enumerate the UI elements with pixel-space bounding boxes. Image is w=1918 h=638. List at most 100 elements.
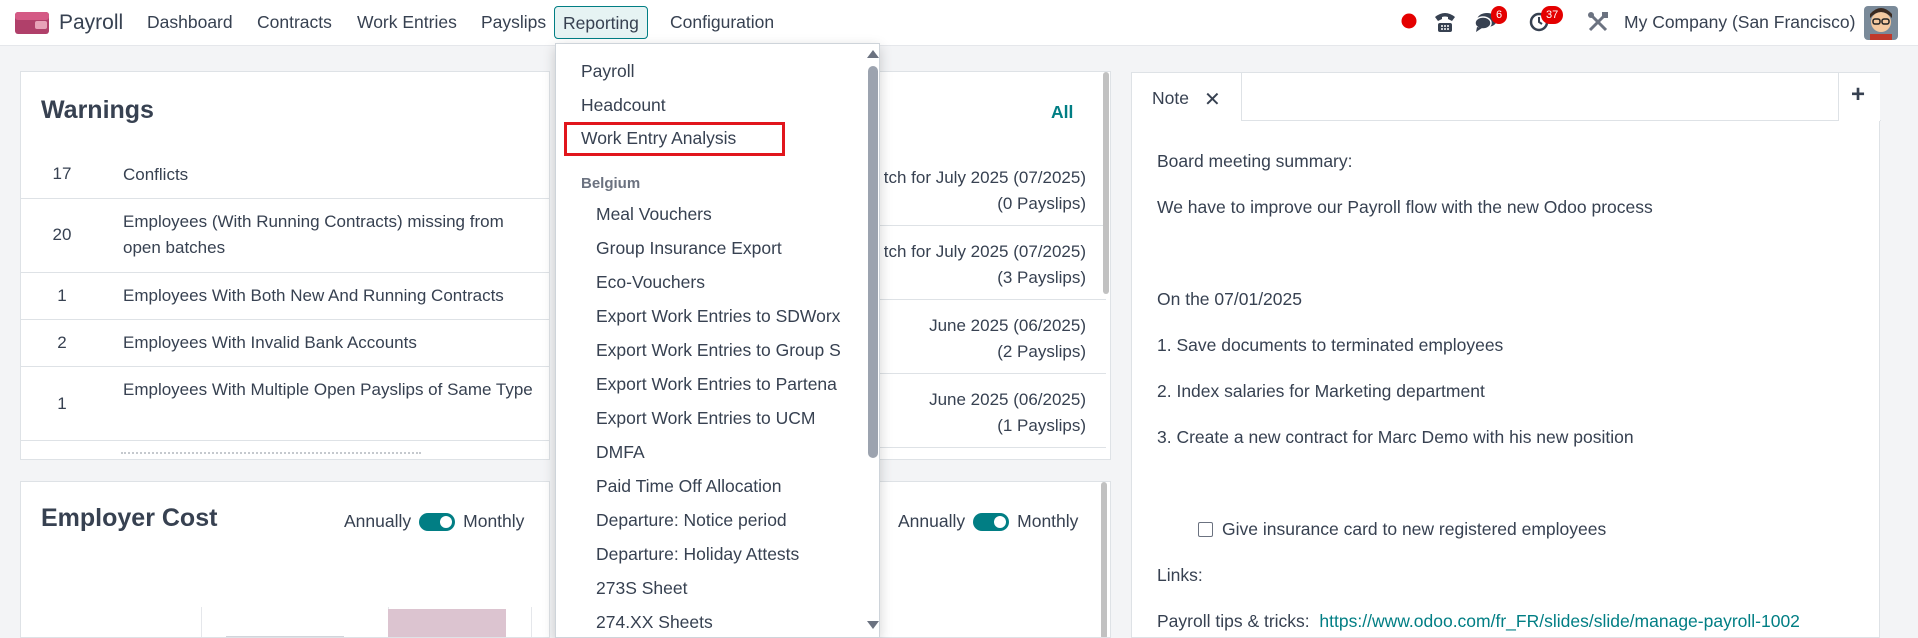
note-line[interactable]: Links: <box>1157 565 1203 586</box>
dropdown-item-eco-vouchers[interactable]: Eco-Vouchers <box>596 272 705 293</box>
batches-card: All tch for July 2025 (07/2025) (0 Paysl… <box>875 71 1111 460</box>
note-panel: Note ✕ + Board meeting summary: We have … <box>1131 72 1881 638</box>
chart-area <box>21 607 549 608</box>
tools-icon[interactable] <box>1587 11 1609 38</box>
menu-contracts[interactable]: Contracts <box>257 12 332 33</box>
phone-icon[interactable] <box>1433 11 1457 38</box>
menu-configuration[interactable]: Configuration <box>670 12 774 33</box>
dropdown-section-belgium: Belgium <box>581 175 641 192</box>
warning-row[interactable]: 2 Employees With Invalid Bank Accounts <box>21 320 549 367</box>
avatar[interactable] <box>1864 6 1898 40</box>
dropdown-item-notice-period[interactable]: Departure: Notice period <box>596 510 787 531</box>
dropdown-item-work-entry-analysis[interactable]: Work Entry Analysis <box>581 128 736 149</box>
batch-name: June 2025 (06/2025) <box>929 390 1086 409</box>
truncated-row-hint <box>121 452 421 456</box>
dropdown-scrollbar[interactable] <box>864 44 879 637</box>
note-tab-label: Note <box>1152 88 1189 108</box>
batch-row[interactable]: tch for July 2025 (07/2025) (3 Payslips) <box>876 226 1106 300</box>
chart-gridline <box>531 607 532 637</box>
dropdown-item-payroll[interactable]: Payroll <box>581 61 635 82</box>
dropdown-item-export-sdworx[interactable]: Export Work Entries to SDWorx <box>596 306 840 327</box>
dropdown-item-export-partena[interactable]: Export Work Entries to Partena <box>596 374 837 395</box>
add-tab-button[interactable]: + <box>1838 73 1880 121</box>
tips-link[interactable]: https://www.odoo.com/fr_FR/slides/slide/… <box>1319 611 1800 631</box>
menu-reporting[interactable]: Reporting <box>554 6 648 39</box>
batches-all-link[interactable]: All <box>1051 102 1073 123</box>
chart-gridline <box>201 607 202 637</box>
dropdown-item-export-group-s[interactable]: Export Work Entries to Group S <box>596 340 841 361</box>
scrollbar-thumb[interactable] <box>868 66 878 458</box>
menu-dashboard[interactable]: Dashboard <box>147 12 233 33</box>
dropdown-item-headcount[interactable]: Headcount <box>581 95 666 116</box>
menu-payslips[interactable]: Payslips <box>481 12 546 33</box>
chart-bar[interactable] <box>388 609 506 637</box>
chevron-down-icon[interactable] <box>867 621 879 629</box>
note-line[interactable]: On the 07/01/2025 <box>1157 289 1302 310</box>
warnings-card: Warnings 17 Conflicts 20 Employees (With… <box>20 71 550 460</box>
warning-label: Employees With Multiple Open Payslips of… <box>123 380 533 399</box>
warning-count: 2 <box>57 333 67 352</box>
toggle-annually-label: Annually <box>344 511 412 531</box>
dropdown-item-273s-sheet[interactable]: 273S Sheet <box>596 578 687 599</box>
close-icon[interactable]: ✕ <box>1204 87 1221 112</box>
note-line[interactable]: 2. Index salaries for Marketing departme… <box>1157 381 1485 402</box>
cost-card-scrollbar[interactable] <box>1101 482 1107 637</box>
note-tips-line: Payroll tips & tricks: https://www.odoo.… <box>1157 611 1800 632</box>
warning-row[interactable]: 1 Employees With Multiple Open Payslips … <box>21 367 549 441</box>
cost-card-2: Annually Monthly <box>875 481 1111 638</box>
toggle-monthly-label: Monthly <box>463 511 525 531</box>
warning-count: 17 <box>52 164 72 183</box>
dropdown-item-group-insurance[interactable]: Group Insurance Export <box>596 238 782 259</box>
dropdown-item-274xx-sheets[interactable]: 274.XX Sheets <box>596 612 713 633</box>
messages-badge: 6 <box>1491 6 1508 24</box>
batch-name: tch for July 2025 (07/2025) <box>883 168 1086 187</box>
employer-cost-card: Employer Cost Annually Monthly <box>20 481 550 638</box>
period-toggle[interactable]: Annually Monthly <box>344 511 524 532</box>
note-line[interactable]: Board meeting summary: <box>1157 151 1353 172</box>
dropdown-item-dmfa[interactable]: DMFA <box>596 442 645 463</box>
warning-label: Employees With Invalid Bank Accounts <box>123 333 417 352</box>
note-line[interactable]: We have to improve our Payroll flow with… <box>1157 197 1653 218</box>
batch-row[interactable]: June 2025 (06/2025) (2 Payslips) <box>876 300 1106 374</box>
warning-row[interactable]: 20 Employees (With Running Contracts) mi… <box>21 199 549 273</box>
app-name[interactable]: Payroll <box>59 11 123 35</box>
toggle-annually-label: Annually <box>898 511 966 531</box>
batch-row[interactable]: June 2025 (06/2025) (1 Payslips) <box>876 374 1106 448</box>
dropdown-item-export-ucm[interactable]: Export Work Entries to UCM <box>596 408 815 429</box>
chevron-up-icon[interactable] <box>867 50 879 58</box>
checkbox-label: Give insurance card to new registered em… <box>1222 519 1607 539</box>
tips-label: Payroll tips & tricks: <box>1157 611 1310 631</box>
dropdown-item-holiday-attests[interactable]: Departure: Holiday Attests <box>596 544 799 565</box>
batch-name: June 2025 (06/2025) <box>929 316 1086 335</box>
plus-icon: + <box>1851 81 1866 108</box>
note-line[interactable]: 1. Save documents to terminated employee… <box>1157 335 1503 356</box>
warning-count: 1 <box>57 286 67 305</box>
status-dot-icon[interactable] <box>1401 13 1417 34</box>
batch-payslips: (0 Payslips) <box>997 194 1086 213</box>
batch-payslips: (2 Payslips) <box>997 342 1086 361</box>
note-line[interactable]: 3. Create a new contract for Marc Demo w… <box>1157 427 1634 448</box>
period-toggle-switch[interactable] <box>973 512 1010 531</box>
dropdown-item-paid-time-off[interactable]: Paid Time Off Allocation <box>596 476 781 497</box>
period-toggle-switch[interactable] <box>419 512 456 531</box>
batch-payslips: (3 Payslips) <box>997 268 1086 287</box>
warning-row[interactable]: 17 Conflicts <box>21 152 549 199</box>
batch-name: tch for July 2025 (07/2025) <box>883 242 1086 261</box>
note-checkbox[interactable] <box>1198 522 1213 537</box>
warning-row[interactable]: 1 Employees With Both New And Running Co… <box>21 273 549 320</box>
payroll-app-icon[interactable] <box>15 10 49 36</box>
reporting-dropdown: Payroll Headcount Work Entry Analysis Be… <box>555 43 880 638</box>
toggle-monthly-label: Monthly <box>1017 511 1079 531</box>
batch-row[interactable]: tch for July 2025 (07/2025) (0 Payslips) <box>876 152 1106 226</box>
period-toggle-2[interactable]: Annually Monthly <box>898 511 1078 532</box>
warning-label: Employees With Both New And Running Cont… <box>123 286 504 305</box>
batches-scrollbar[interactable] <box>1103 72 1109 294</box>
top-navbar: Payroll Dashboard Contracts Work Entries… <box>0 0 1918 46</box>
dropdown-item-meal-vouchers[interactable]: Meal Vouchers <box>596 204 712 225</box>
menu-work-entries[interactable]: Work Entries <box>357 12 457 33</box>
activities-badge: 37 <box>1541 6 1564 24</box>
warnings-scrollbar[interactable] <box>549 72 550 460</box>
tab-note[interactable]: Note ✕ <box>1132 73 1242 121</box>
company-switcher[interactable]: My Company (San Francisco) <box>1624 12 1855 33</box>
warning-label: Conflicts <box>123 165 189 184</box>
